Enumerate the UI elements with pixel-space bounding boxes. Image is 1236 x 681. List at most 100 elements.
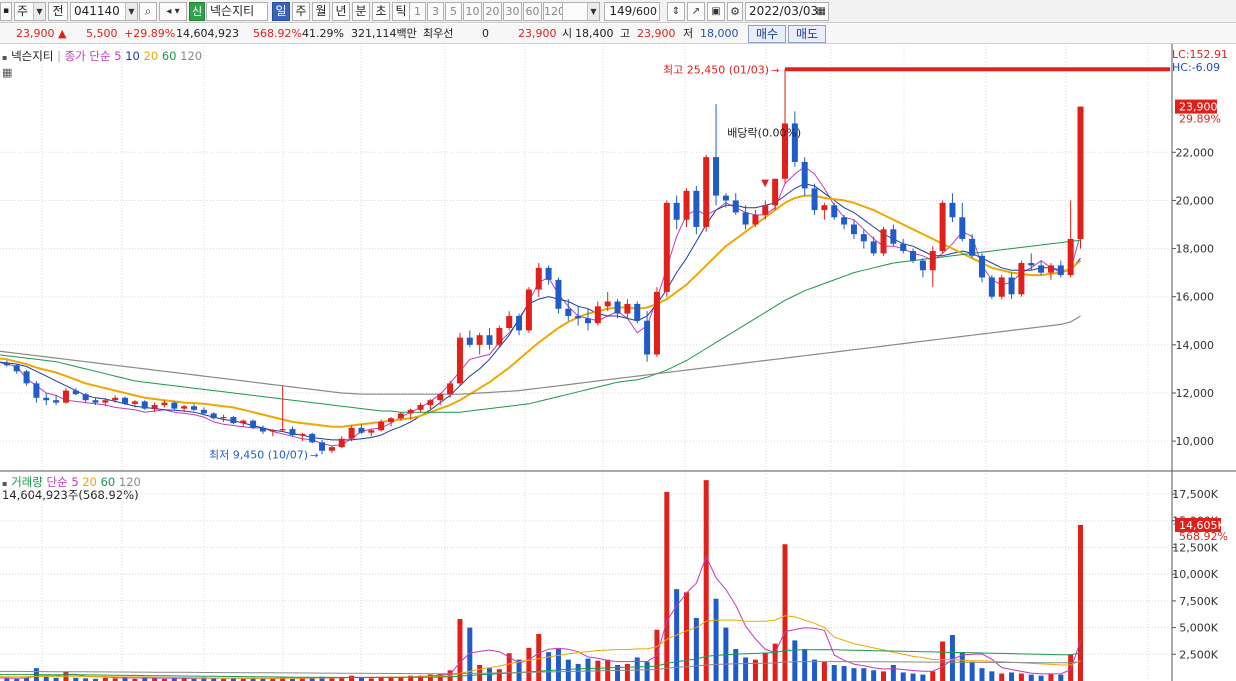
- candle-body: [1077, 106, 1084, 239]
- candle-body: [1057, 265, 1064, 276]
- speaker-icon[interactable]: ◂ ▾: [159, 2, 187, 21]
- candle-body: [82, 394, 89, 401]
- calendar-icon[interactable]: ▦: [817, 3, 826, 20]
- best-bid-label: 최우선: [423, 27, 454, 40]
- table-icon[interactable]: ▦: [2, 66, 12, 79]
- sell-button[interactable]: 매도: [788, 25, 826, 43]
- period-tab[interactable]: 년: [332, 2, 350, 21]
- volume-bar: [674, 589, 680, 681]
- volume-bar: [546, 652, 552, 681]
- period-tab[interactable]: 월: [312, 2, 330, 21]
- volume-bar: [555, 648, 561, 681]
- volume-bar: [703, 480, 709, 681]
- candle-body: [368, 430, 375, 433]
- candle-body: [191, 406, 197, 410]
- high-arrow-icon: →: [771, 65, 779, 76]
- candle-body: [122, 397, 129, 404]
- candle-body: [338, 438, 345, 448]
- candle-body: [1028, 263, 1035, 266]
- volume-bar: [398, 677, 404, 681]
- candle-body: [3, 362, 10, 366]
- legend-ma-20: 20: [143, 49, 159, 63]
- dividend-annotation: 배당락(0.00%): [727, 127, 801, 140]
- candle-body: [791, 123, 798, 162]
- buy-button[interactable]: 매수: [748, 25, 786, 43]
- prev-button[interactable]: 전: [48, 2, 68, 21]
- zoom-icon[interactable]: ⇕: [667, 2, 685, 21]
- interval-tab[interactable]: 30: [503, 2, 522, 21]
- interval-tab[interactable]: 120: [543, 2, 565, 21]
- candle-body: [841, 217, 848, 225]
- interval-tab[interactable]: 1: [409, 2, 426, 21]
- date-input[interactable]: 2022/03/03 ▦: [745, 2, 829, 21]
- candle-body: [604, 301, 611, 307]
- candle-body: [53, 400, 60, 403]
- volume-bar: [1068, 654, 1074, 681]
- price-value: 23,900: [16, 27, 55, 40]
- volume-ma-line-120: [0, 661, 1081, 675]
- volume-tick-label: 12,500K: [1172, 541, 1218, 554]
- period-tab[interactable]: 일: [272, 2, 290, 21]
- candle-body: [102, 400, 109, 403]
- market-select-value: 주: [17, 4, 29, 18]
- volume-bar: [664, 491, 670, 681]
- candle-body: [220, 417, 227, 419]
- volume-bar: [634, 657, 640, 681]
- high-annotation: 최고 25,450 (01/03): [663, 63, 769, 76]
- search-icon[interactable]: ⌕: [139, 2, 157, 21]
- candle-body: [496, 328, 503, 345]
- gear-icon[interactable]: ⚙: [727, 2, 743, 21]
- volume-bar: [792, 640, 798, 681]
- volume-bar: [280, 676, 286, 681]
- count-input[interactable]: 149/600: [604, 2, 660, 21]
- volume-bar: [565, 659, 571, 681]
- candle-body: [181, 406, 188, 409]
- interval-tab[interactable]: 3: [427, 2, 444, 21]
- period-tab[interactable]: 주: [292, 2, 310, 21]
- last-price-box: [1175, 99, 1217, 114]
- stock-name-field[interactable]: 넥슨지티: [206, 2, 268, 21]
- draw-icon[interactable]: ↗: [687, 2, 705, 21]
- collapse-icon[interactable]: ▪: [2, 53, 7, 62]
- up-arrow-icon: ▲: [58, 27, 67, 40]
- candle-body: [988, 277, 995, 297]
- candle-body: [72, 390, 79, 395]
- interval-select[interactable]: ▼: [562, 2, 600, 21]
- volume-bars: [4, 480, 1083, 681]
- save-icon[interactable]: ▣: [707, 2, 725, 21]
- candle-body: [860, 234, 867, 242]
- candle-body: [319, 442, 326, 451]
- volume-bar: [861, 668, 867, 681]
- candle-body: [545, 267, 552, 280]
- interval-tab[interactable]: 20: [483, 2, 502, 21]
- volume-bar: [1078, 524, 1083, 681]
- code-input[interactable]: 041140 ▼: [70, 2, 138, 21]
- volume-bar: [487, 668, 492, 681]
- volume-bar: [418, 675, 424, 681]
- volume-bar: [1038, 675, 1044, 681]
- market-select[interactable]: 주 ▼: [14, 2, 46, 21]
- candle-body: [447, 383, 454, 395]
- menu-icon[interactable]: ▪: [0, 2, 12, 21]
- turnover-pct: 41.29%: [302, 27, 344, 40]
- interval-tab[interactable]: 10: [463, 2, 482, 21]
- price-tick-label: 18,000: [1176, 243, 1215, 256]
- candle-body: [1038, 265, 1045, 273]
- period-tab[interactable]: 틱: [392, 2, 410, 21]
- period-tab[interactable]: 초: [372, 2, 390, 21]
- period-tab[interactable]: 분: [352, 2, 370, 21]
- low-annotation: 최저 9,450 (10/07): [209, 448, 308, 461]
- candle-body: [575, 315, 582, 319]
- candle-body: [742, 212, 749, 225]
- interval-tab[interactable]: 5: [445, 2, 462, 21]
- volume-bar: [526, 647, 532, 681]
- candle-body: [378, 421, 385, 431]
- last-price-label: 23,900: [1179, 101, 1218, 114]
- interval-tab[interactable]: 60: [523, 2, 542, 21]
- candle-body: [33, 383, 40, 398]
- volume-bar: [536, 633, 542, 681]
- volume-bar: [713, 598, 719, 681]
- volume-bar: [457, 619, 463, 681]
- volume-bar: [319, 676, 325, 681]
- candle-body: [565, 308, 572, 316]
